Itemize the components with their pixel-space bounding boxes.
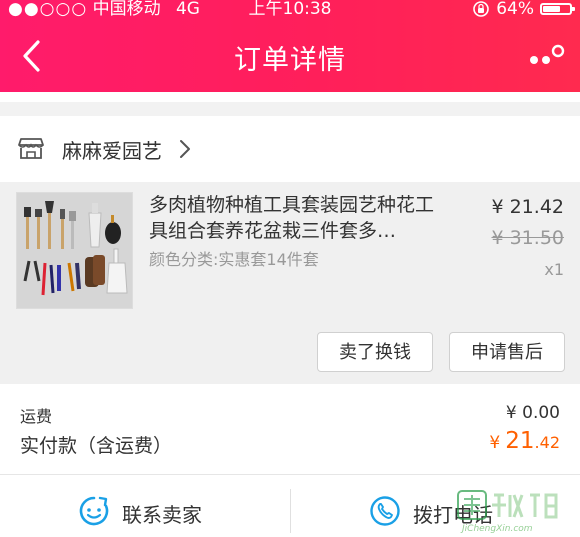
- paid-amount: ¥ 21.42: [489, 428, 560, 454]
- app-header: ●●○○○ 中国移动 4G 上午10:38 64% 订单详情: [0, 0, 580, 92]
- product-thumbnail[interactable]: [16, 192, 133, 309]
- paid-label: 实付款（含运费）: [20, 435, 173, 457]
- product-name[interactable]: 多肉植物种植工具套装园艺种花工具组合套养花盆栽三件套多…: [149, 192, 439, 244]
- shop-row[interactable]: 麻麻爱园艺: [0, 116, 580, 182]
- sell-button[interactable]: 卖了换钱: [317, 332, 433, 372]
- contact-seller-label: 联系卖家: [122, 503, 202, 527]
- product-quantity: x1: [544, 260, 564, 279]
- product-image: [17, 193, 132, 308]
- shop-name: 麻麻爱园艺: [62, 139, 162, 163]
- product-item[interactable]: 多肉植物种植工具套装园艺种花工具组合套养花盆栽三件套多… 颜色分类:实惠套14件…: [0, 182, 580, 384]
- store-icon: [18, 138, 44, 159]
- rotation-lock-icon: [473, 1, 490, 17]
- more-button[interactable]: [526, 42, 570, 72]
- chat-face-icon: [79, 496, 109, 526]
- product-spec: 颜色分类:实惠套14件套: [149, 250, 319, 269]
- chevron-right-icon: [180, 140, 190, 158]
- action-bar: 联系卖家 拨打电话 JiChengXin.com: [0, 475, 580, 537]
- battery-percent: 64%: [496, 0, 534, 19]
- watermark-text: JiChengXin.com: [460, 524, 533, 534]
- after-sales-button[interactable]: 申请售后: [449, 332, 565, 372]
- more-dots-icon: [530, 44, 565, 64]
- status-bar: ●●○○○ 中国移动 4G 上午10:38 64%: [0, 0, 580, 20]
- shipping-value: ¥ 0.00: [505, 403, 560, 423]
- product-price: ¥ 21.42: [491, 196, 564, 218]
- paid-decimal: .42: [534, 433, 560, 452]
- battery-fill: [543, 6, 560, 12]
- paid-currency: ¥: [489, 433, 501, 453]
- order-totals: 运费 ¥ 0.00 实付款（含运费） ¥ 21.42: [0, 384, 580, 474]
- shipping-label: 运费: [20, 407, 53, 426]
- original-price: ¥ 31.50: [491, 227, 564, 249]
- page-title: 订单详情: [234, 45, 346, 76]
- contact-seller-button[interactable]: 联系卖家: [0, 475, 290, 537]
- status-right: 64%: [472, 0, 575, 19]
- phone-icon: [370, 496, 400, 526]
- nav-bar: 订单详情: [0, 22, 580, 92]
- site-watermark: JiChengXin.com: [457, 490, 558, 534]
- battery-icon: [540, 3, 575, 15]
- paid-integer: 21: [505, 428, 535, 454]
- spacer-band: [0, 92, 580, 102]
